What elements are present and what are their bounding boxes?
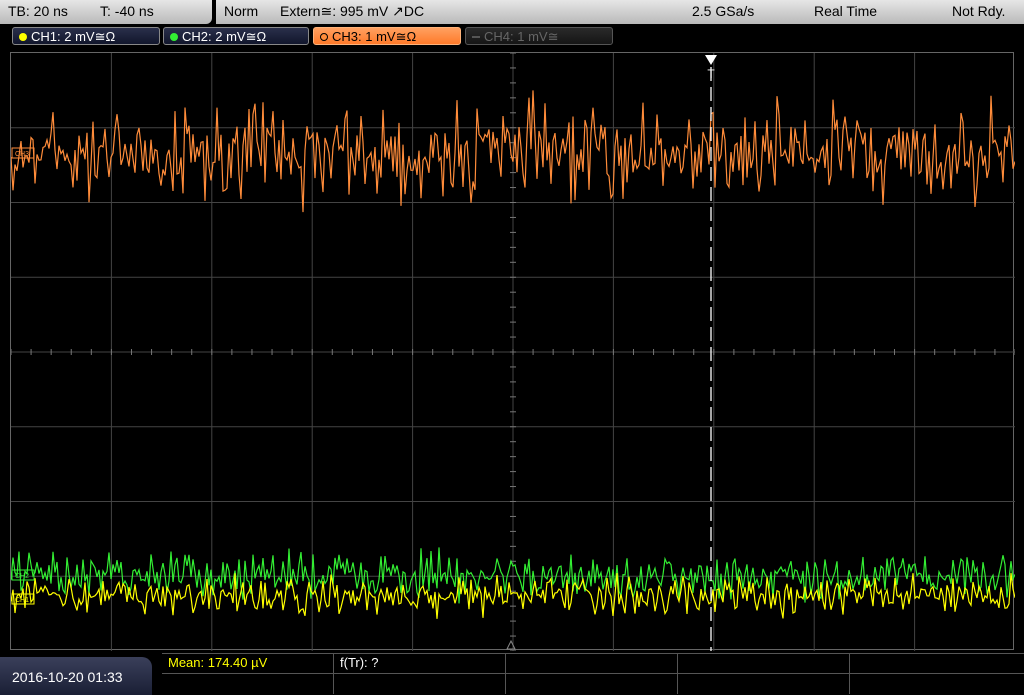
measurement-slot-7[interactable] [334,674,506,694]
measurement-table[interactable]: Mean: 174.40 µV f(Tr): ? [162,653,1024,695]
bottom-bar: 2016-10-20 01:33 Mean: 174.40 µV f(Tr): … [0,651,1024,695]
measurement-slot-5[interactable] [850,653,1024,673]
trigger-position-icon [506,639,516,650]
measurement-frequency[interactable]: f(Tr): ? [334,653,506,673]
trigger-mode: Norm [224,3,259,19]
channel-2-label: CH2: 2 mV≅Ω [182,29,267,44]
measurement-slot-8[interactable] [506,674,678,694]
channel-2-button[interactable]: CH2: 2 mV≅Ω [163,27,309,45]
measurement-slot-9[interactable] [678,674,850,694]
measurement-mean[interactable]: Mean: 174.40 µV [162,653,334,673]
datetime-panel[interactable]: 2016-10-20 01:33 [0,657,152,695]
waveform-display[interactable]: T CH3 CH2 CH1 [10,52,1015,651]
channel-3-label: CH3: 1 mV≅Ω [332,29,417,44]
trigger-position: T: -40 ns [100,3,154,19]
acquisition-mode: Real Time [814,3,878,19]
channel-4-label: CH4: 1 mV≅ [484,29,559,44]
channel-3-button[interactable]: CH3: 1 mV≅Ω [313,27,461,45]
ch3-offset-label: CH3 [15,151,29,158]
channel-2-indicator-icon [170,33,178,41]
sample-rate: 2.5 GSa/s [692,3,755,19]
ch1-offset-label: CH1 [15,597,29,604]
channel-1-button[interactable]: CH1: 2 mV≅Ω [12,27,160,45]
status-text: Not Rdy. [952,3,1006,19]
timebase-value: TB: 20 ns [8,3,68,19]
channel-1-indicator-icon [19,33,27,41]
waveform-canvas: T CH3 CH2 CH1 [11,53,1015,651]
trigger-source: Extern≅: 995 mV ↗DC [280,3,425,19]
measurement-slot-3[interactable] [506,653,678,673]
measurement-slot-6[interactable] [162,674,334,694]
channel-4-button[interactable]: CH4: 1 mV≅ [465,27,613,45]
graticule [11,53,1015,651]
channel-3-indicator-icon [320,33,328,41]
ch2-offset-label: CH2 [15,573,29,580]
trigger-marker-label: T [707,67,715,81]
measurement-slot-10[interactable] [850,674,1024,694]
timebase-panel[interactable]: TB: 20 ns T: -40 ns [0,0,212,24]
channel-4-off-icon [472,36,480,38]
status-bar: TB: 20 ns T: -40 ns Norm Extern≅: 995 mV… [0,0,1024,24]
measurement-slot-4[interactable] [678,653,850,673]
acquisition-panel[interactable]: Norm Extern≅: 995 mV ↗DC 2.5 GSa/s Real … [216,0,1024,24]
channel-bar: CH1: 2 mV≅Ω CH2: 2 mV≅Ω CH3: 1 mV≅Ω CH4:… [0,24,1024,50]
trigger-marker-icon[interactable] [705,55,717,65]
datetime-text: 2016-10-20 01:33 [12,669,123,685]
channel-1-label: CH1: 2 mV≅Ω [31,29,116,44]
